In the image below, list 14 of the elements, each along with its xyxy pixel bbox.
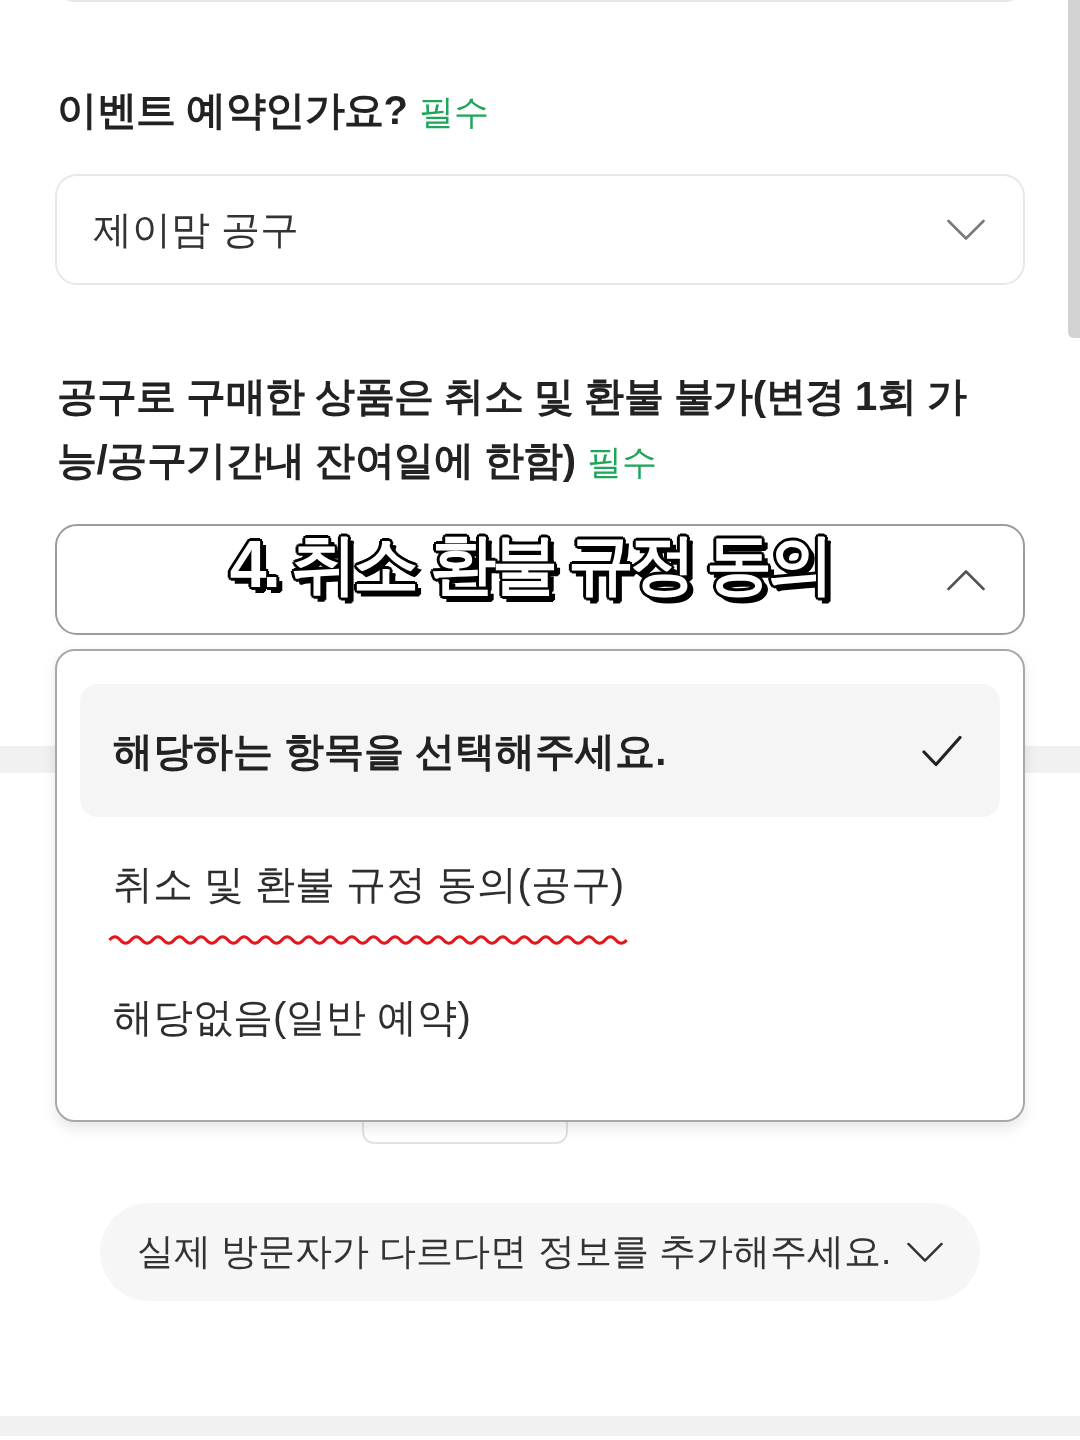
select-field[interactable]: 제이맘 공구 bbox=[55, 174, 1025, 285]
select-field[interactable] bbox=[55, 524, 1025, 635]
dropdown-option[interactable]: 취소 및 환불 규정 동의(공구) bbox=[80, 817, 1000, 950]
check-icon bbox=[922, 734, 962, 767]
question-label: 공구로 구매한 상품은 취소 및 환불 불가(변경 1회 가능/공구기간내 잔여일에 한함) 필수 bbox=[56, 373, 968, 484]
dropdown-option[interactable]: 해당없음(일반 예약) bbox=[80, 950, 1000, 1083]
scrollbar-thumb[interactable] bbox=[1068, 0, 1080, 338]
overlay-caption: 4. 취소 환불 규정 동의 bbox=[229, 524, 831, 604]
chevron-up-icon bbox=[947, 568, 985, 591]
chevron-down-icon bbox=[907, 1241, 944, 1263]
chevron-down-icon bbox=[947, 218, 985, 241]
question-label: 이벤트 예약인가요? 필수 bbox=[56, 87, 490, 134]
add-visitor-button[interactable]: 실제 방문자가 다르다면 정보를 추가해주세요. bbox=[100, 1203, 980, 1301]
dropdown-option[interactable]: 해당하는 항목을 선택해주세요. bbox=[80, 684, 1000, 817]
